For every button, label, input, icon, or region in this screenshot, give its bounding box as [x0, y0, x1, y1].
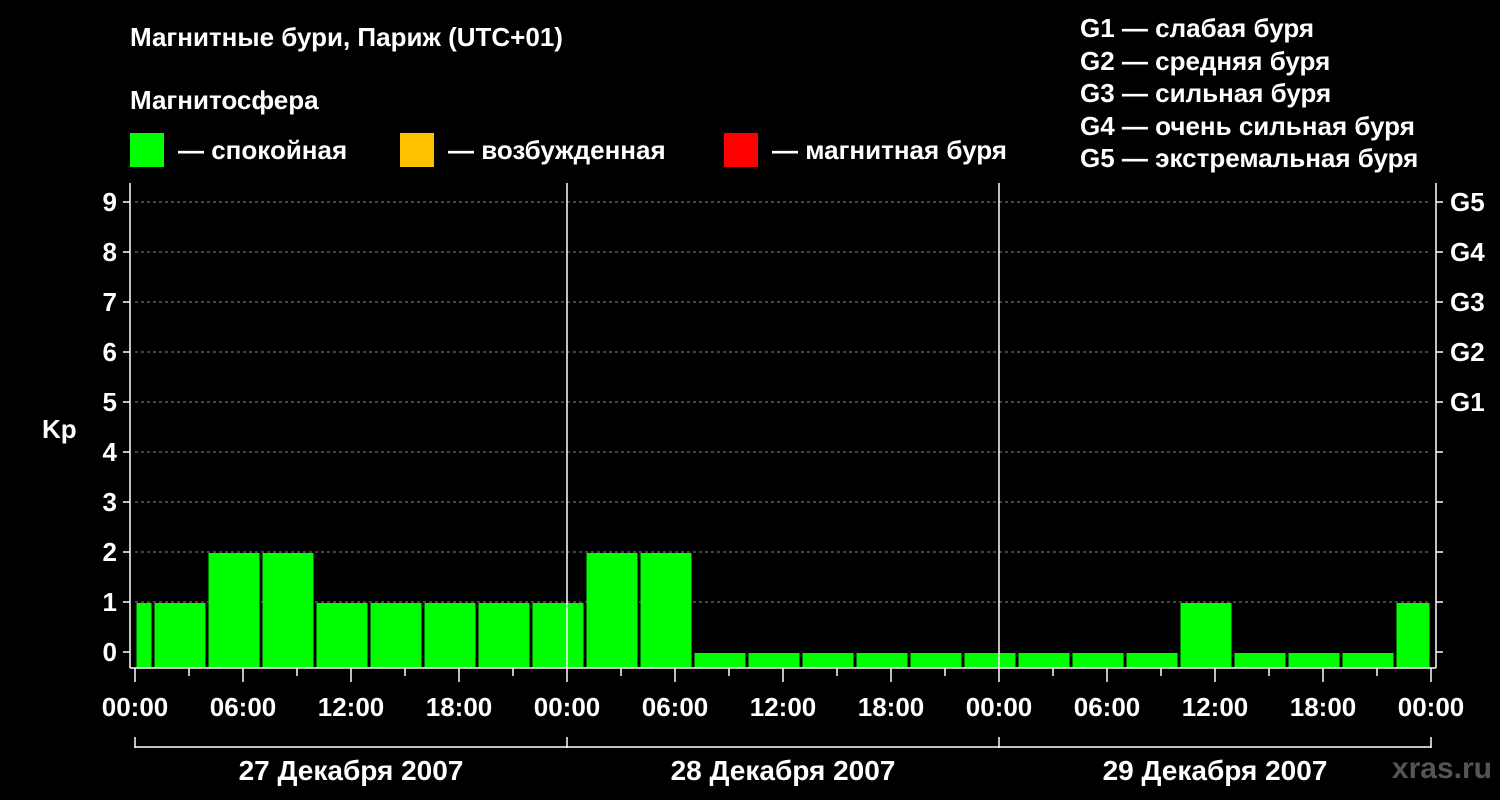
y-tick-label: 0	[103, 637, 117, 667]
y-tick-label: 2	[103, 537, 117, 567]
kp-chart: 0 1 2 3 4 5 6 7 8 9 G1 G2 G3 G4 G5 Kp 00:00 06:00 12:00 18:…	[42, 183, 1485, 786]
kp-bar	[424, 603, 476, 668]
x-tick-label: 06:00	[210, 692, 277, 722]
y-tick-label: 5	[103, 387, 117, 417]
kp-bar	[478, 603, 530, 668]
kp-bar	[586, 553, 638, 668]
g-scale-label: G1	[1450, 387, 1485, 417]
x-tick-label: 00:00	[102, 692, 169, 722]
source-watermark: xras.ru	[1391, 752, 1492, 785]
g-scale-label: G5	[1450, 187, 1485, 217]
x-tick-label: 00:00	[1398, 692, 1465, 722]
g-scale-label: G3	[1450, 287, 1485, 317]
g-scale-label: G2	[1450, 337, 1485, 367]
x-tick-label: 18:00	[426, 692, 493, 722]
kp-bar	[1396, 603, 1430, 668]
y-tick-label: 3	[103, 487, 117, 517]
kp-bar	[370, 603, 422, 668]
x-tick-label: 06:00	[1074, 692, 1141, 722]
day-label: 29 Декабря 2007	[1103, 755, 1328, 786]
kp-bar	[154, 603, 206, 668]
kp-bar	[964, 653, 1016, 668]
x-tick-label: 00:00	[534, 692, 601, 722]
kp-bar	[532, 603, 584, 668]
kp-bar	[910, 653, 962, 668]
kp-bar	[802, 653, 854, 668]
x-tick-label: 12:00	[1182, 692, 1249, 722]
kp-bar	[316, 603, 368, 668]
kp-bar	[1126, 653, 1178, 668]
kp-bar	[856, 653, 908, 668]
y-tick-label: 8	[103, 237, 117, 267]
x-tick-label: 00:00	[966, 692, 1033, 722]
y-tick-label: 9	[103, 187, 117, 217]
kp-bar	[136, 603, 152, 668]
kp-bar	[1180, 603, 1232, 668]
kp-bar	[208, 553, 260, 668]
kp-bar	[1234, 653, 1286, 668]
g-scale-label: G4	[1450, 237, 1485, 267]
kp-bar	[748, 653, 800, 668]
x-tick-label: 12:00	[318, 692, 385, 722]
y-tick-label: 1	[103, 587, 117, 617]
kp-bar	[1018, 653, 1070, 668]
day-label: 28 Декабря 2007	[671, 755, 896, 786]
x-tick-label: 18:00	[1290, 692, 1357, 722]
kp-bar	[1342, 653, 1394, 668]
y-axis-label: Kp	[42, 414, 77, 444]
y-tick-label: 7	[103, 287, 117, 317]
y-tick-label: 4	[103, 437, 118, 467]
kp-bar	[694, 653, 746, 668]
x-tick-label: 18:00	[858, 692, 925, 722]
kp-bar	[1072, 653, 1124, 668]
y-tick-label: 6	[103, 337, 117, 367]
x-tick-label: 12:00	[750, 692, 817, 722]
kp-bar	[262, 553, 314, 668]
kp-bar	[640, 553, 692, 668]
x-tick-label: 06:00	[642, 692, 709, 722]
day-label: 27 Декабря 2007	[239, 755, 464, 786]
kp-bar	[1288, 653, 1340, 668]
